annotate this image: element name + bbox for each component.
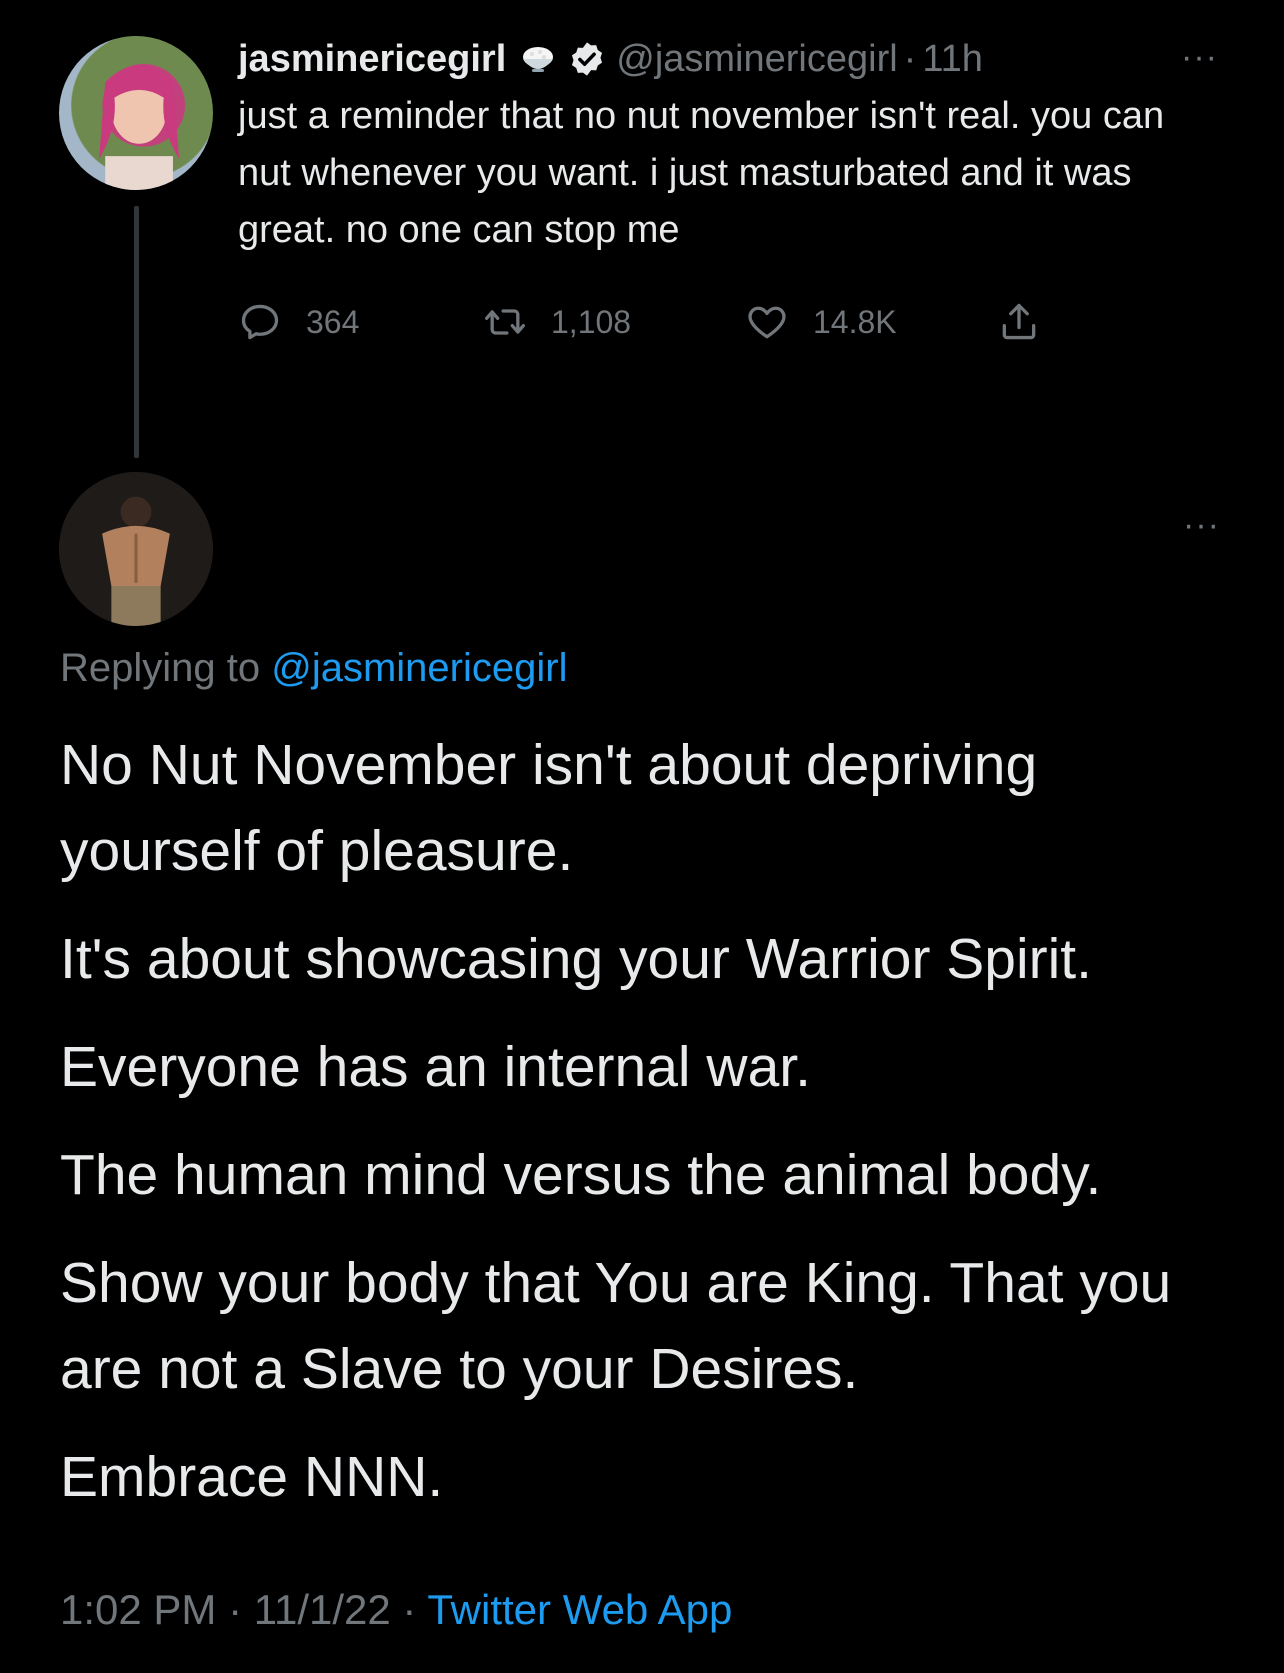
author-display-name[interactable]: jasminericegirl [238, 38, 506, 81]
author-avatar[interactable] [59, 36, 213, 190]
tweet-metadata-footer: 1:02 PM · 11/1/22 · Twitter Web App [60, 1586, 732, 1634]
author-avatar-image [99, 65, 180, 190]
thread-connector-line [134, 206, 139, 458]
reply-paragraph: Everyone has an internal war. [60, 1035, 811, 1099]
share-button[interactable] [997, 300, 1065, 344]
footer-separator: · [390, 1586, 428, 1633]
like-button[interactable]: 14.8K [745, 300, 997, 344]
reply-icon [241, 304, 279, 340]
verified-badge-icon [568, 40, 606, 78]
replying-to: Replying to @jasminericegirl [60, 646, 567, 691]
footer-time[interactable]: 1:02 PM [60, 1586, 216, 1633]
like-count: 14.8K [813, 303, 897, 340]
heart-icon [748, 306, 786, 339]
tweet-text: just a reminder that no nut november isn… [238, 95, 1165, 251]
more-options-icon[interactable]: ··· [1181, 40, 1218, 74]
reply-paragraph: It's about showcasing your Warrior Spiri… [60, 927, 1092, 991]
reply-author-avatar[interactable] [59, 472, 213, 626]
reply-paragraph: Embrace NNN. [60, 1445, 444, 1509]
footer-date[interactable]: 11/1/22 [254, 1586, 391, 1633]
author-handle[interactable]: @jasminericegirl [616, 38, 897, 81]
reply-paragraph: The human mind versus the animal body. [60, 1143, 1102, 1207]
tweet-time[interactable]: 11h [922, 38, 983, 81]
tweet-header: jasminericegirl @jasminericegirl · 11h [238, 30, 1238, 88]
reply-button[interactable]: 364 [238, 300, 483, 344]
reply-paragraph: No Nut November isn't about depriving yo… [60, 733, 1038, 883]
rice-bowl-icon [518, 39, 558, 79]
original-tweet[interactable]: jasminericegirl @jasminericegirl · 11h ·… [238, 30, 1238, 347]
replying-prefix: Replying to [60, 646, 272, 690]
reply-author-avatar-image [59, 472, 213, 626]
reply-more-options-icon[interactable]: ··· [1183, 508, 1220, 542]
header-separator: · [903, 37, 917, 80]
reply-text: No Nut November isn't about depriving yo… [60, 722, 1240, 1542]
tweet-actions: 364 1,108 14.8K [238, 297, 1238, 347]
reply-paragraph: Show your body that You are King. That y… [60, 1251, 1172, 1401]
retweet-count: 1,108 [551, 303, 632, 340]
footer-separator: · [216, 1586, 254, 1633]
share-icon [1002, 303, 1036, 340]
reply-count: 364 [306, 303, 360, 340]
source-app-link[interactable]: Twitter Web App [427, 1586, 732, 1633]
retweet-icon [485, 309, 525, 335]
replying-mention-link[interactable]: @jasminericegirl [271, 646, 567, 690]
retweet-button[interactable]: 1,108 [483, 300, 745, 344]
